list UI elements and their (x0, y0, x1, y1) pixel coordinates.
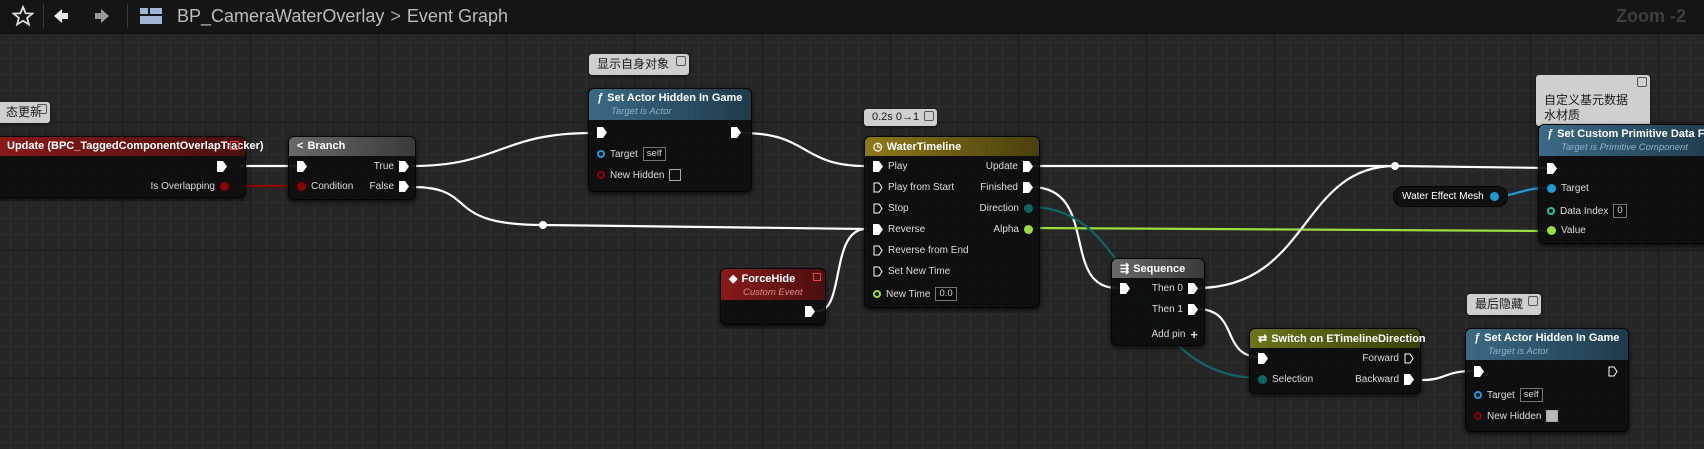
sethidden2-newhidden-pin[interactable]: New Hidden (1474, 410, 1559, 422)
customdata-target-pin[interactable]: Target (1547, 183, 1589, 194)
branch-node[interactable]: < Branch Condition True False (288, 136, 416, 200)
branch-true-pin[interactable]: True (374, 161, 409, 172)
timeline-play-pin[interactable]: Play (873, 161, 907, 172)
new-hidden-checkbox-checked[interactable] (1546, 410, 1559, 422)
set-custom-primitive-data-node[interactable]: ƒSet Custom Primitive Data Float Target … (1538, 124, 1704, 244)
sequence-then1-pin[interactable]: Then 1 (1152, 304, 1198, 315)
set-actor-hidden-node-2[interactable]: ƒ Set Actor Hidden In Game Target is Acto… (1465, 328, 1629, 432)
wire-sethidden-to-play (740, 131, 868, 168)
delegate-pin-icon[interactable] (813, 273, 821, 281)
sethidden2-exec-in[interactable] (1474, 366, 1484, 377)
comment-show-self: 显示自身对象 (589, 54, 690, 75)
timeline-direction-pin[interactable]: Direction (980, 203, 1033, 214)
wire-false-to-reverse (410, 185, 868, 231)
sethidden2-exec-out[interactable] (1608, 366, 1618, 377)
wire-alpha-to-value (1029, 226, 1550, 233)
delegate-pin-icon[interactable] (230, 141, 239, 150)
switch-backward-pin[interactable]: Backward (1355, 374, 1414, 385)
custom-event-icon: ◆ (729, 273, 738, 285)
timeline-setnewtime-pin[interactable]: Set New Time (873, 266, 950, 277)
timeline-alpha-pin[interactable]: Alpha (993, 224, 1033, 235)
object-pin[interactable] (1489, 192, 1499, 201)
sethidden1-newhidden-pin[interactable]: New Hidden (597, 169, 682, 181)
comment-timeline-range: 0.2s 0→1 (864, 109, 938, 126)
sethidden1-exec-in[interactable] (597, 127, 607, 138)
customdata-value-pin[interactable]: Value (1547, 225, 1586, 236)
timeline-stop-pin[interactable]: Stop (873, 203, 909, 214)
branch-false-pin[interactable]: False (370, 181, 409, 192)
new-hidden-checkbox[interactable] (669, 169, 682, 181)
comment-state-update: 态更新 (0, 102, 51, 123)
branch-icon: < (297, 140, 304, 152)
pin-is-overlapping[interactable]: Is Overlapping (151, 181, 229, 192)
sequence-then0-pin[interactable]: Then 0 (1152, 283, 1198, 294)
switch-forward-pin[interactable]: Forward (1362, 353, 1414, 364)
function-icon: ƒ (1474, 332, 1481, 344)
sequence-node[interactable]: ⇶ Sequence Then 0 Then 1 + Add pin (1111, 258, 1205, 346)
wire-update-to-customdata (1029, 164, 1550, 170)
set-actor-hidden-node-1[interactable]: ƒ Set Actor Hidden In Game Target is Acto… (588, 88, 752, 192)
sethidden1-exec-out[interactable] (731, 127, 741, 138)
branch-condition-pin[interactable]: Condition (297, 181, 353, 192)
forcehide-event-node[interactable]: ◆ ForceHide Custom Event (720, 268, 826, 325)
timeline-reverse-pin[interactable]: Reverse (873, 224, 925, 235)
overlap-update-event-node[interactable]: Update (BPC_TaggedComponentOverlapTracke… (0, 136, 264, 198)
switch-exec-in[interactable] (1258, 353, 1268, 364)
timeline-finished-pin[interactable]: Finished (980, 182, 1033, 193)
timeline-update-pin[interactable]: Update (986, 161, 1033, 172)
branch-exec-in[interactable] (297, 161, 307, 172)
water-timeline-node[interactable]: ◷ WaterTimeline Play Play from Start Stop… (864, 136, 1040, 308)
switch-icon: ⇄ (1258, 333, 1268, 345)
timeline-playfromstart-pin[interactable]: Play from Start (873, 182, 954, 193)
clock-icon: ◷ (873, 141, 883, 153)
sequence-add-pin-button[interactable]: + Add pin (1151, 327, 1198, 342)
water-effect-mesh-variable[interactable]: Water Effect Mesh (1393, 186, 1508, 207)
forcehide-exec-out[interactable] (805, 306, 815, 317)
wire-true-to-sethidden (410, 131, 594, 168)
event-exec-out[interactable] (217, 161, 227, 172)
wires-layer (230, 131, 1550, 382)
function-icon: ƒ (597, 92, 604, 104)
timeline-reversefromend-pin[interactable]: Reverse from End (873, 245, 969, 256)
switch-direction-node[interactable]: ⇄ Switch on ETimelineDirection Selection … (1249, 328, 1426, 394)
sethidden2-target-pin[interactable]: Target self (1474, 388, 1543, 402)
comment-custom-data: 自定义基元数据 水材质 (1536, 75, 1651, 126)
switch-selection-pin[interactable]: Selection (1258, 374, 1313, 385)
sethidden1-target-pin[interactable]: Target self (597, 147, 666, 161)
timeline-newtime-pin[interactable]: New Time 0.0 (873, 287, 957, 301)
comment-last-hide: 最后隐藏 (1467, 294, 1542, 315)
customdata-dataindex-pin[interactable]: Data Index 0 (1547, 204, 1627, 218)
plus-icon: + (1190, 327, 1198, 342)
wire-finished-to-sequence (1029, 185, 1119, 290)
customdata-exec-in[interactable] (1547, 163, 1557, 174)
function-icon: ƒ (1547, 128, 1554, 140)
sequence-exec-in[interactable] (1120, 283, 1130, 294)
sequence-icon: ⇶ (1120, 263, 1130, 275)
wire-then0-to-customdata (1195, 164, 1397, 290)
